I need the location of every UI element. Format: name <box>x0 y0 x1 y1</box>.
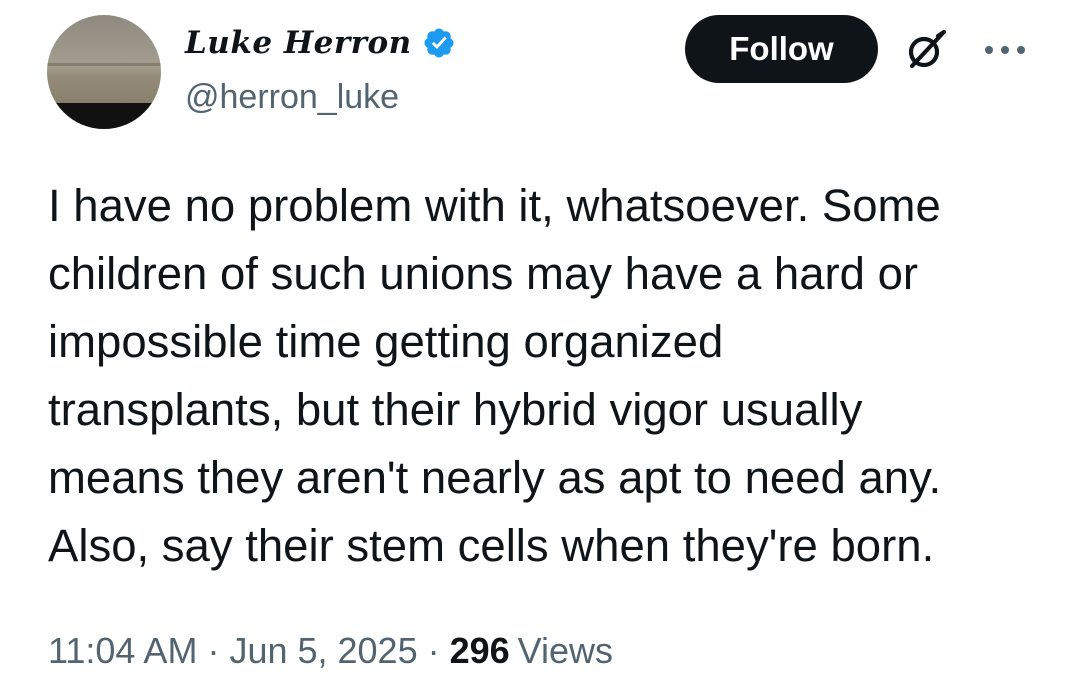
avatar-image <box>47 15 161 129</box>
meta-separator: · <box>427 630 440 671</box>
meta-separator: · <box>207 630 220 671</box>
tweet-text: I have no problem with it, whatsoever. S… <box>48 180 942 571</box>
verified-badge-icon <box>422 26 456 60</box>
avatar[interactable] <box>47 15 161 129</box>
author-name-row[interactable]: Luke Herron <box>185 20 456 66</box>
views-label: Views <box>517 630 614 671</box>
tweet-date[interactable]: Jun 5, 2025 <box>229 630 417 672</box>
follow-button[interactable]: Follow <box>685 15 878 83</box>
views-count: 296 <box>449 630 510 671</box>
tweet-card: Luke Herron @herron_luke Follow I have n… <box>0 0 1080 684</box>
grok-icon[interactable] <box>898 22 954 78</box>
author-display-name[interactable]: Luke Herron <box>185 25 412 61</box>
more-horizontal-icon[interactable] <box>978 30 1032 70</box>
tweet-time[interactable]: 11:04 AM <box>48 630 197 672</box>
author-handle[interactable]: @herron_luke <box>185 78 399 117</box>
tweet-meta: 11:04 AM · Jun 5, 2025 · 296 Views <box>48 630 613 672</box>
